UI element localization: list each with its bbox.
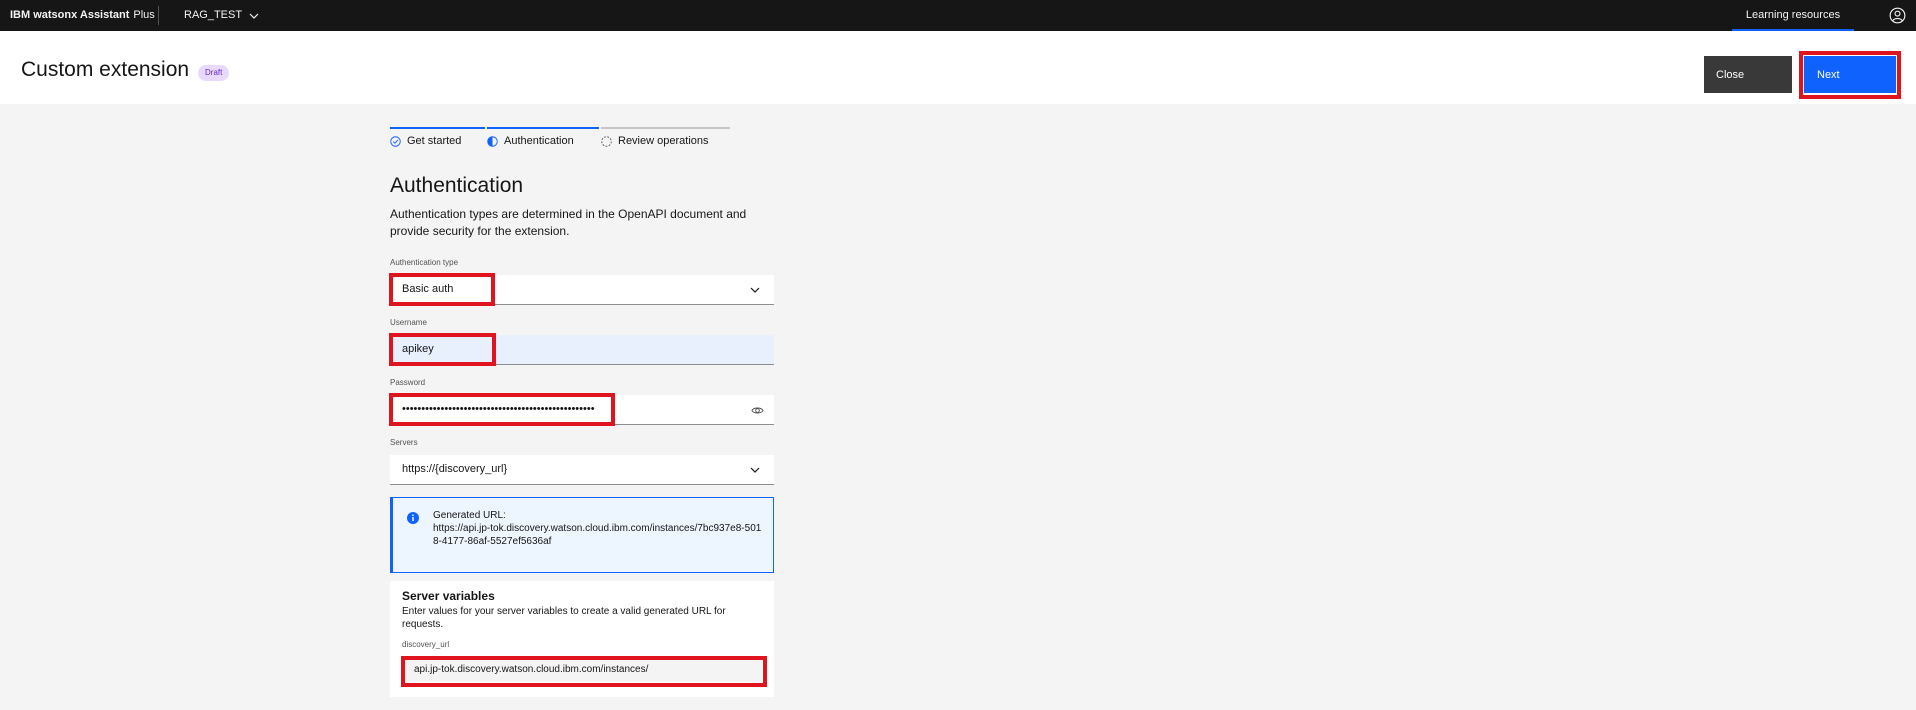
step-authentication[interactable]: Authentication <box>487 127 599 151</box>
server-variables-panel: Server variables Enter values for your s… <box>390 581 774 697</box>
generated-url-notice: Generated URL: https://api.jp-tok.discov… <box>390 497 774 573</box>
generated-url: https://api.jp-tok.discovery.watson.clou… <box>433 523 762 547</box>
dashed-circle-icon <box>601 135 612 147</box>
step-review-operations[interactable]: Review operations <box>601 127 730 151</box>
chevron-down-icon <box>750 467 760 473</box>
top-navigation-bar: IBM watsonx Assistant Plus RAG_TEST Learn… <box>0 0 1916 31</box>
notice-text: Generated URL: https://api.jp-tok.discov… <box>433 509 763 548</box>
assistant-name: RAG_TEST <box>184 9 243 21</box>
server-variables-title: Server variables <box>402 589 495 603</box>
step-label: Get started <box>407 135 462 147</box>
step-bar <box>601 127 730 129</box>
section-description: Authentication types are determined in t… <box>390 207 747 238</box>
topbar-divider <box>158 6 159 25</box>
discovery-url-input[interactable]: api.jp-tok.discovery.watson.cloud.ibm.co… <box>402 658 762 682</box>
assistant-switcher[interactable]: RAG_TEST <box>184 0 259 31</box>
servers-value: https://{discovery_url} <box>402 463 508 475</box>
auth-type-label: Authentication type <box>390 258 459 267</box>
product-name[interactable]: IBM watsonx Assistant Plus <box>10 0 155 31</box>
learning-resources-link[interactable]: Learning resources <box>1732 0 1854 31</box>
username-input[interactable]: apikey <box>390 335 774 365</box>
discovery-url-label: discovery_url <box>402 640 450 649</box>
section-title: Authentication <box>390 174 524 197</box>
brand-text: IBM watsonx Assistant <box>10 9 130 21</box>
step-bar <box>487 127 599 129</box>
status-badge: Draft <box>198 65 230 81</box>
user-avatar-icon[interactable] <box>1889 7 1906 24</box>
chevron-down-icon <box>249 13 259 19</box>
view-password-icon[interactable] <box>751 404 764 417</box>
password-input[interactable]: ••••••••••••••••••••••••••••••••••••••••… <box>390 395 774 425</box>
half-circle-icon <box>487 135 498 147</box>
plan-text: Plus <box>133 9 155 21</box>
progress-indicator: Get started Authentication Review operat… <box>390 127 730 151</box>
password-value: ••••••••••••••••••••••••••••••••••••••••… <box>402 403 595 415</box>
step-label: Authentication <box>504 135 574 147</box>
page-header: Custom extension Draft Close Next <box>0 31 1916 104</box>
step-bar <box>390 127 485 129</box>
username-value: apikey <box>402 343 434 355</box>
auth-type-dropdown[interactable]: Basic auth <box>390 275 774 305</box>
notice-heading: Generated URL: <box>433 510 506 521</box>
information-icon <box>407 512 419 524</box>
step-label: Review operations <box>618 135 709 147</box>
username-label: Username <box>390 318 427 327</box>
auth-type-value: Basic auth <box>402 283 454 295</box>
chevron-down-icon <box>750 287 760 293</box>
next-button[interactable]: Next <box>1804 56 1896 93</box>
step-get-started[interactable]: Get started <box>390 127 485 151</box>
servers-label: Servers <box>390 438 418 447</box>
server-variables-description: Enter values for your server variables t… <box>402 606 726 630</box>
checkmark-outline-icon <box>390 135 401 147</box>
servers-dropdown[interactable]: https://{discovery_url} <box>390 455 774 485</box>
password-label: Password <box>390 378 426 387</box>
close-button[interactable]: Close <box>1704 56 1792 93</box>
page-title: Custom extension <box>21 58 190 81</box>
